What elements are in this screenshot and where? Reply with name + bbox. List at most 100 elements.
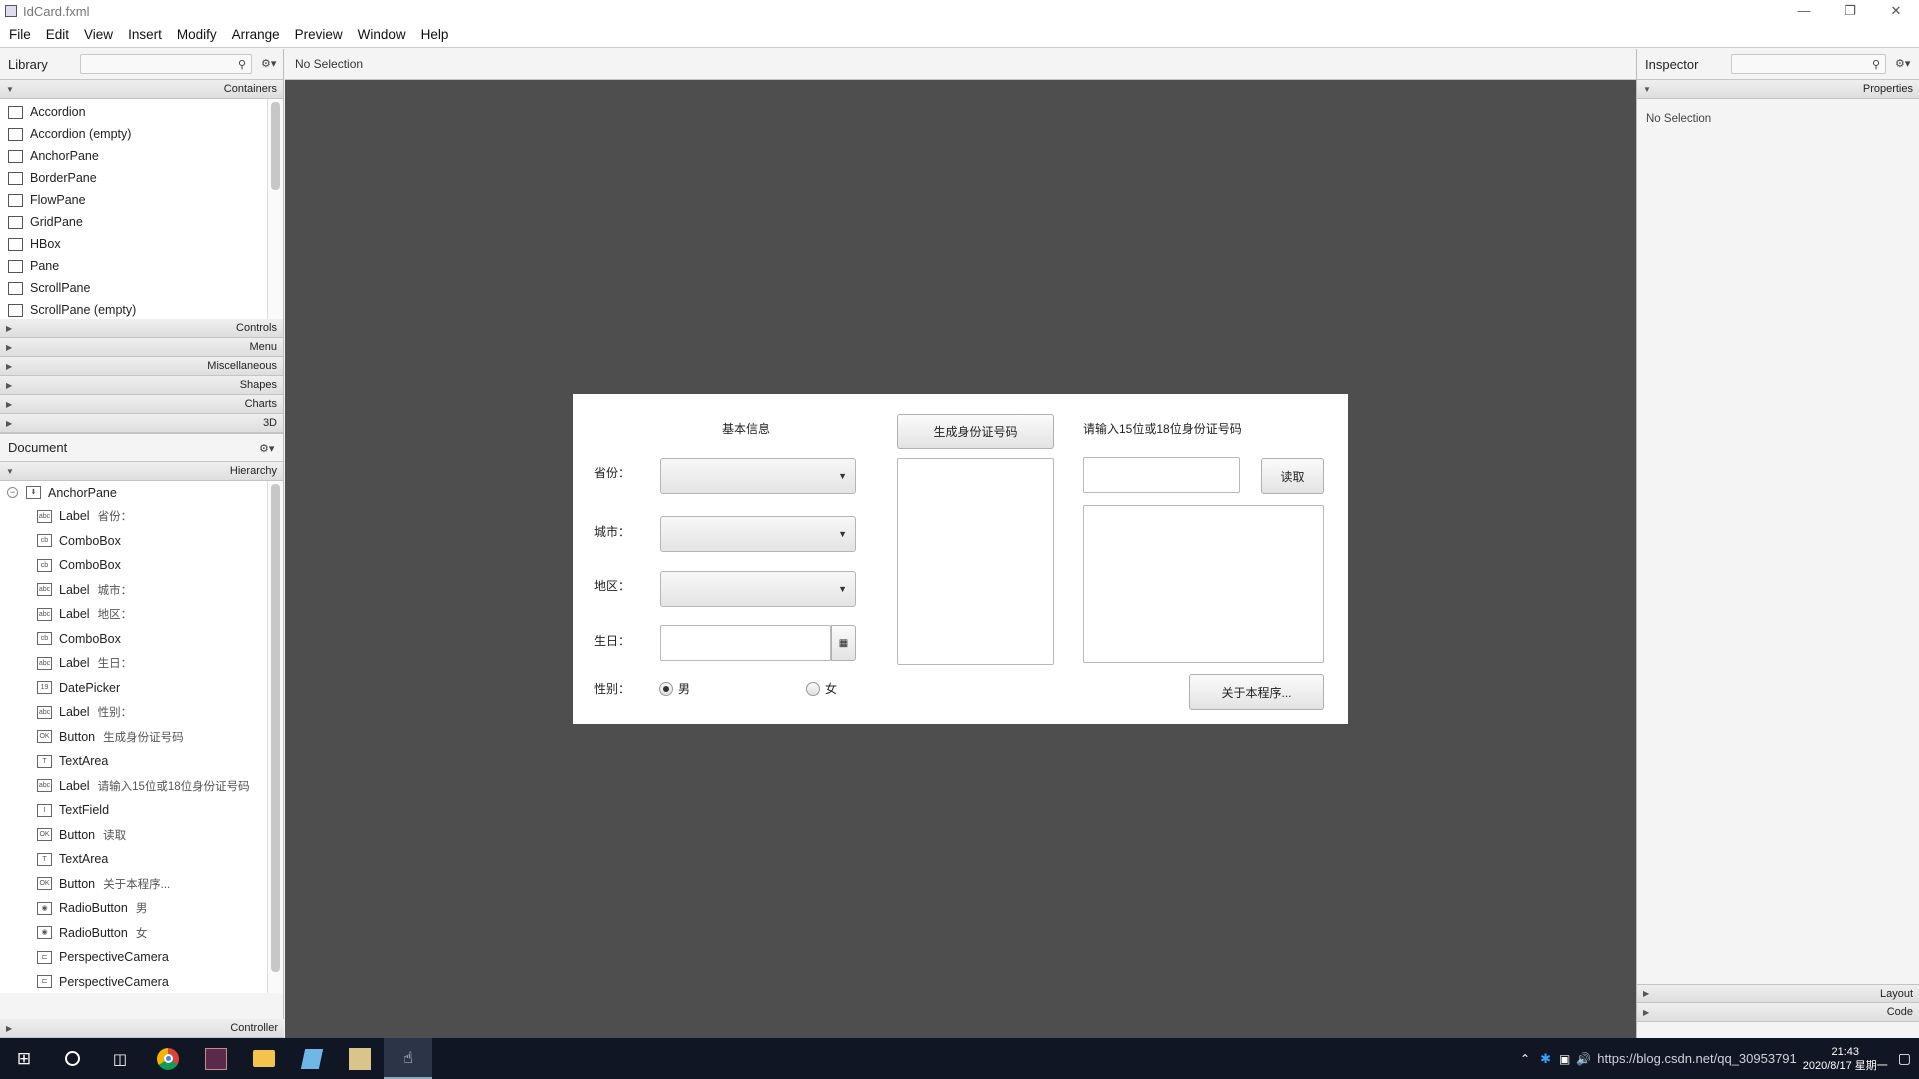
hierarchy-scroll-thumb[interactable] bbox=[271, 484, 280, 972]
minimize-button[interactable]: — bbox=[1781, 3, 1827, 19]
library-item[interactable]: HBox bbox=[0, 233, 283, 255]
section-properties[interactable]: ▼ Properties bbox=[1637, 80, 1919, 99]
taskbar-clock[interactable]: 21:43 2020/8/17 星期一 bbox=[1803, 1045, 1888, 1073]
restore-button[interactable]: ❐ bbox=[1827, 3, 1873, 19]
datepicker-input[interactable] bbox=[660, 625, 831, 661]
id-number-textfield[interactable] bbox=[1083, 457, 1240, 493]
section-charts[interactable]: ▶ Charts bbox=[0, 395, 283, 414]
taskbar-app-5[interactable] bbox=[336, 1038, 384, 1079]
section-controls[interactable]: ▶ Controls bbox=[0, 319, 283, 338]
library-item[interactable]: Accordion bbox=[0, 101, 283, 123]
hierarchy-scrollbar[interactable] bbox=[267, 481, 283, 993]
library-scroll-thumb[interactable] bbox=[271, 102, 280, 190]
notification-center-icon[interactable]: ▢ bbox=[1898, 1050, 1911, 1067]
taskbar-chrome[interactable] bbox=[144, 1038, 192, 1079]
province-combobox[interactable]: ▼ bbox=[660, 458, 856, 494]
hierarchy-item[interactable]: abc Label 地区： bbox=[0, 602, 283, 627]
section-code[interactable]: ▶ Code bbox=[1637, 1003, 1919, 1022]
library-search-input[interactable]: ⚲ bbox=[80, 54, 252, 74]
hierarchy-item[interactable]: I TextField bbox=[0, 798, 283, 823]
start-button[interactable]: ⊞ bbox=[0, 1038, 48, 1079]
hierarchy-root-anchorpane[interactable]: − ⬇ AnchorPane bbox=[0, 481, 283, 504]
section-miscellaneous[interactable]: ▶ Miscellaneous bbox=[0, 357, 283, 376]
library-item[interactable]: AnchorPane bbox=[0, 145, 283, 167]
hierarchy-item[interactable]: cb ComboBox bbox=[0, 529, 283, 554]
menu-edit[interactable]: Edit bbox=[46, 27, 69, 42]
generated-id-textarea[interactable] bbox=[897, 458, 1054, 665]
network-icon[interactable]: ▣ bbox=[1559, 1052, 1570, 1066]
taskbar-file-explorer[interactable] bbox=[240, 1038, 288, 1079]
hierarchy-item[interactable]: OK Button 生成身份证号码 bbox=[0, 725, 283, 750]
menu-arrange[interactable]: Arrange bbox=[232, 27, 280, 42]
hierarchy-item[interactable]: abc Label 省份： bbox=[0, 504, 283, 529]
bluetooth-icon[interactable]: ✱ bbox=[1540, 1051, 1551, 1067]
hierarchy-item-type: DatePicker bbox=[59, 680, 121, 695]
hierarchy-item[interactable]: OK Button 读取 bbox=[0, 823, 283, 848]
library-item[interactable]: FlowPane bbox=[0, 189, 283, 211]
taskbar-app-6-active[interactable]: ☝ bbox=[384, 1038, 432, 1079]
menu-file[interactable]: File bbox=[9, 27, 31, 42]
library-item-label: Pane bbox=[30, 259, 60, 273]
hierarchy-item[interactable]: abc Label 生日： bbox=[0, 651, 283, 676]
document-gear-icon[interactable]: ⚙▾ bbox=[259, 442, 274, 455]
city-combobox[interactable]: ▼ bbox=[660, 516, 856, 552]
tray-overflow-icon[interactable]: ⌃ bbox=[1520, 1052, 1530, 1066]
inspector-gear-icon[interactable]: ⚙▾ bbox=[1895, 57, 1910, 70]
section-layout[interactable]: ▶ Layout bbox=[1637, 984, 1919, 1003]
generate-id-button[interactable]: 生成身份证号码 bbox=[897, 414, 1054, 449]
library-item[interactable]: Pane bbox=[0, 255, 283, 277]
library-item[interactable]: BorderPane bbox=[0, 167, 283, 189]
close-button[interactable]: ✕ bbox=[1873, 3, 1919, 19]
library-item[interactable]: Accordion (empty) bbox=[0, 123, 283, 145]
calendar-icon: ▦ bbox=[838, 637, 849, 649]
menu-insert[interactable]: Insert bbox=[128, 27, 162, 42]
search-button[interactable] bbox=[48, 1038, 96, 1079]
hierarchy-item[interactable]: cb ComboBox bbox=[0, 627, 283, 652]
section-3d[interactable]: ▶ 3D bbox=[0, 414, 283, 433]
section-shapes[interactable]: ▶ Shapes bbox=[0, 376, 283, 395]
hierarchy-item[interactable]: ◉ RadioButton 男 bbox=[0, 896, 283, 921]
hierarchy-item[interactable]: abc Label 性别： bbox=[0, 700, 283, 725]
taskbar-app-2[interactable] bbox=[192, 1038, 240, 1079]
hierarchy-item[interactable]: OK Button 关于本程序... bbox=[0, 872, 283, 897]
hierarchy-item[interactable]: ⊏ PerspectiveCamera bbox=[0, 945, 283, 970]
hierarchy-item[interactable]: T TextArea bbox=[0, 847, 283, 872]
section-hierarchy[interactable]: ▼ Hierarchy bbox=[0, 462, 283, 481]
section-containers[interactable]: ▼ Containers bbox=[0, 80, 283, 99]
hierarchy-item[interactable]: abc Label 请输入15位或18位身份证号码 bbox=[0, 774, 283, 799]
inspector-search-input[interactable]: ⚲ bbox=[1731, 54, 1886, 74]
hierarchy-item[interactable]: ⊏ PerspectiveCamera bbox=[0, 970, 283, 995]
menu-window[interactable]: Window bbox=[358, 27, 406, 42]
hierarchy-item[interactable]: abc Label 城市： bbox=[0, 578, 283, 603]
library-item[interactable]: ScrollPane (empty) bbox=[0, 299, 283, 321]
district-combobox[interactable]: ▼ bbox=[660, 571, 856, 607]
hierarchy-item[interactable]: cb ComboBox bbox=[0, 553, 283, 578]
hierarchy-item[interactable]: T TextArea bbox=[0, 749, 283, 774]
hierarchy-item[interactable]: 19 DatePicker bbox=[0, 676, 283, 701]
birthday-datepicker[interactable]: ▦ bbox=[660, 625, 856, 661]
anchorpane-form[interactable]: 基本信息 省份： ▼ 城市： ▼ 地区： ▼ 生日： ▦ 性别： 男 女 生成身… bbox=[573, 394, 1348, 724]
task-view-button[interactable]: ◫ bbox=[96, 1038, 144, 1079]
volume-icon[interactable]: 🔊 bbox=[1576, 1052, 1591, 1066]
library-item[interactable]: ScrollPane bbox=[0, 277, 283, 299]
menu-preview[interactable]: Preview bbox=[295, 27, 343, 42]
read-result-textarea[interactable] bbox=[1083, 505, 1324, 663]
read-button[interactable]: 读取 bbox=[1261, 458, 1324, 494]
male-radio-button[interactable]: 男 bbox=[659, 680, 690, 697]
library-scrollbar[interactable] bbox=[267, 99, 283, 319]
hierarchy-item[interactable]: ◉ RadioButton 女 bbox=[0, 921, 283, 946]
section-menu[interactable]: ▶ Menu bbox=[0, 338, 283, 357]
menu-help[interactable]: Help bbox=[421, 27, 449, 42]
female-radio-button[interactable]: 女 bbox=[806, 680, 837, 697]
calendar-button[interactable]: ▦ bbox=[831, 625, 856, 661]
menu-view[interactable]: View bbox=[84, 27, 113, 42]
section-controller[interactable]: ▶ Controller bbox=[0, 1019, 284, 1038]
scene-builder-icon bbox=[349, 1047, 371, 1070]
library-gear-icon[interactable]: ⚙▾ bbox=[261, 57, 276, 70]
library-item[interactable]: GridPane bbox=[0, 211, 283, 233]
taskbar-app-4[interactable] bbox=[288, 1038, 336, 1079]
about-button[interactable]: 关于本程序... bbox=[1189, 674, 1324, 710]
canvas-status-bar: No Selection bbox=[285, 49, 1636, 80]
collapse-toggle-icon[interactable]: − bbox=[7, 487, 18, 498]
menu-modify[interactable]: Modify bbox=[177, 27, 217, 42]
